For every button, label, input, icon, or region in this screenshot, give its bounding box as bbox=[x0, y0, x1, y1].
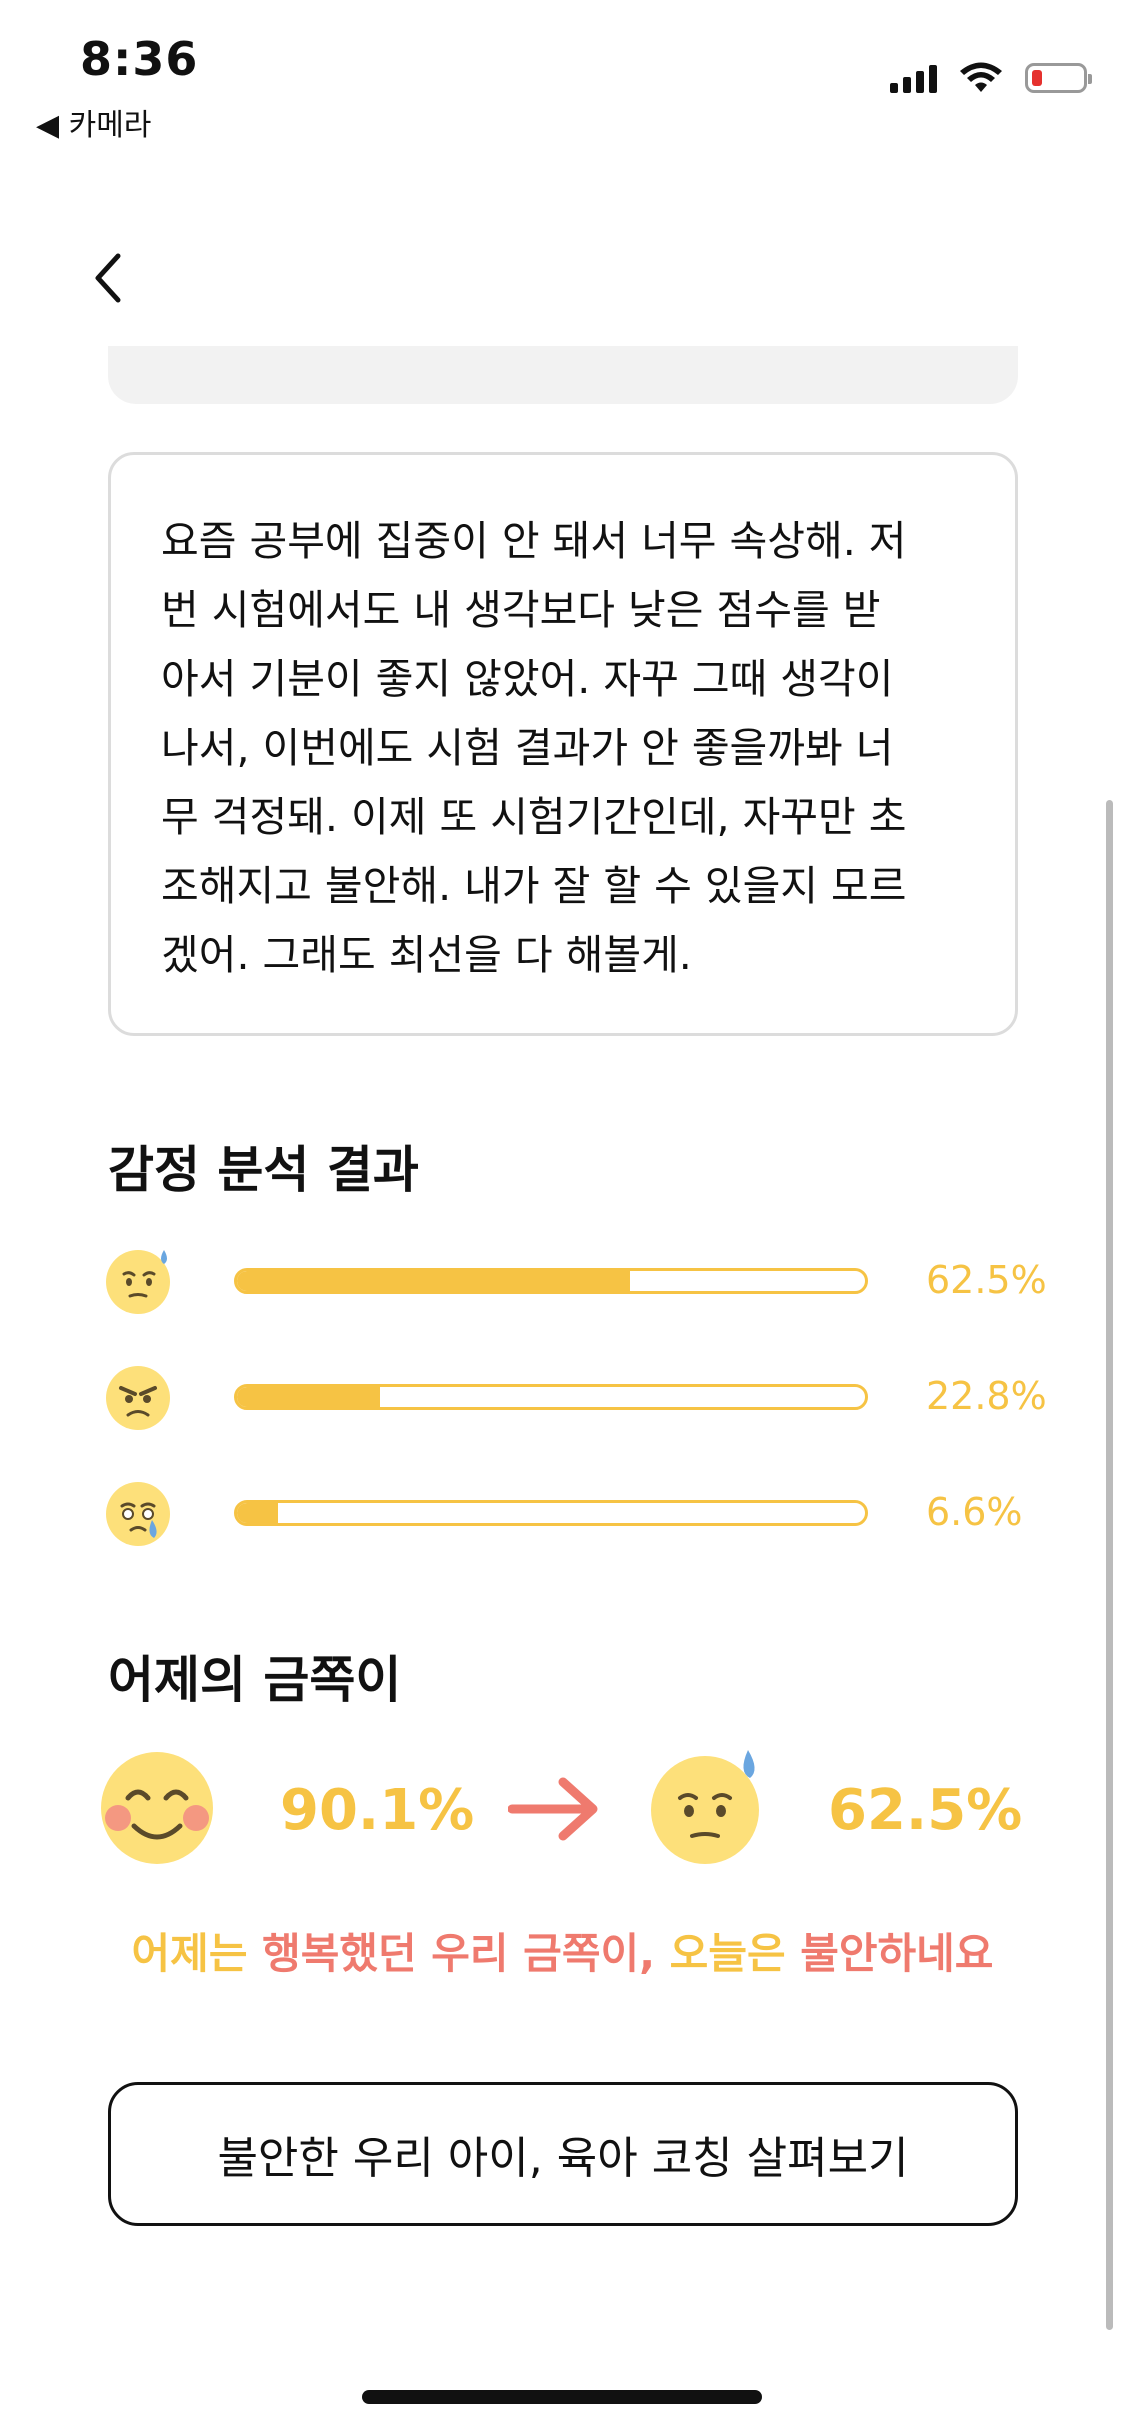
emotion-bar-fill bbox=[237, 1503, 279, 1523]
emotion-bar bbox=[234, 1384, 868, 1410]
anxious-sweat-emoji-icon bbox=[651, 1750, 759, 1864]
emotion-row: 22.8% bbox=[104, 1360, 1064, 1432]
image-placeholder-bottom bbox=[108, 346, 1018, 404]
clock: 8:36 bbox=[80, 32, 199, 86]
summary-text: 오늘은 bbox=[655, 1929, 801, 1978]
wifi-icon bbox=[960, 62, 1002, 92]
parenting-coaching-button[interactable]: 불안한 우리 아이, 육아 코칭 살펴보기 bbox=[108, 2082, 1018, 2226]
battery-icon bbox=[1025, 63, 1092, 93]
anxious-sweat-emoji-icon bbox=[106, 1250, 170, 1314]
home-indicator[interactable] bbox=[362, 2390, 762, 2404]
happy-blush-emoji-icon bbox=[101, 1752, 213, 1864]
emotion-change-summary: 어제는 행복했던 우리 금쪽이, 오늘은 불안하네요 bbox=[0, 1920, 1125, 1981]
diary-text: 요즘 공부에 집중이 안 돼서 너무 속상해. 저 번 시험에서도 내 생각보다… bbox=[161, 517, 907, 979]
signal-icon bbox=[890, 63, 937, 93]
summary-text: 어제는 bbox=[131, 1929, 263, 1978]
back-to-app-link[interactable]: ◀ 카메라 bbox=[36, 100, 151, 144]
emotion-percent: 22.8% bbox=[926, 1374, 1047, 1418]
emotion-bar-fill bbox=[237, 1271, 630, 1291]
angry-emoji-icon bbox=[106, 1366, 170, 1430]
emotion-bar-fill bbox=[237, 1387, 381, 1407]
emotion-bar bbox=[234, 1500, 868, 1526]
today-percent: 62.5% bbox=[828, 1778, 1023, 1843]
summary-highlight: 불안하네요 bbox=[800, 1929, 994, 1978]
arrow-right-icon bbox=[508, 1777, 598, 1841]
status-bar: 8:36 ◀ 카메라 bbox=[0, 0, 1125, 160]
emotion-row: 62.5% bbox=[104, 1244, 1064, 1316]
summary-highlight: 행복했던 우리 금쪽이, bbox=[262, 1929, 656, 1978]
emotion-comparison: 90.1% 62.5% bbox=[98, 1748, 1038, 1878]
sad-tear-emoji-icon bbox=[106, 1482, 170, 1546]
emotion-percent: 62.5% bbox=[926, 1258, 1047, 1302]
yesterday-percent: 90.1% bbox=[280, 1778, 475, 1843]
emotion-bar bbox=[234, 1268, 868, 1294]
scrollbar[interactable] bbox=[1106, 800, 1113, 2330]
yesterday-title: 어제의 금쪽이 bbox=[108, 1651, 402, 1709]
diary-card: 요즘 공부에 집중이 안 돼서 너무 속상해. 저 번 시험에서도 내 생각보다… bbox=[108, 452, 1018, 1036]
status-icons bbox=[890, 58, 1092, 98]
emotion-row: 6.6% bbox=[104, 1476, 1064, 1548]
emotion-percent: 6.6% bbox=[926, 1490, 1023, 1534]
emotion-analysis-title: 감정 분석 결과 bbox=[108, 1141, 419, 1199]
back-chevron-icon[interactable] bbox=[88, 248, 128, 308]
